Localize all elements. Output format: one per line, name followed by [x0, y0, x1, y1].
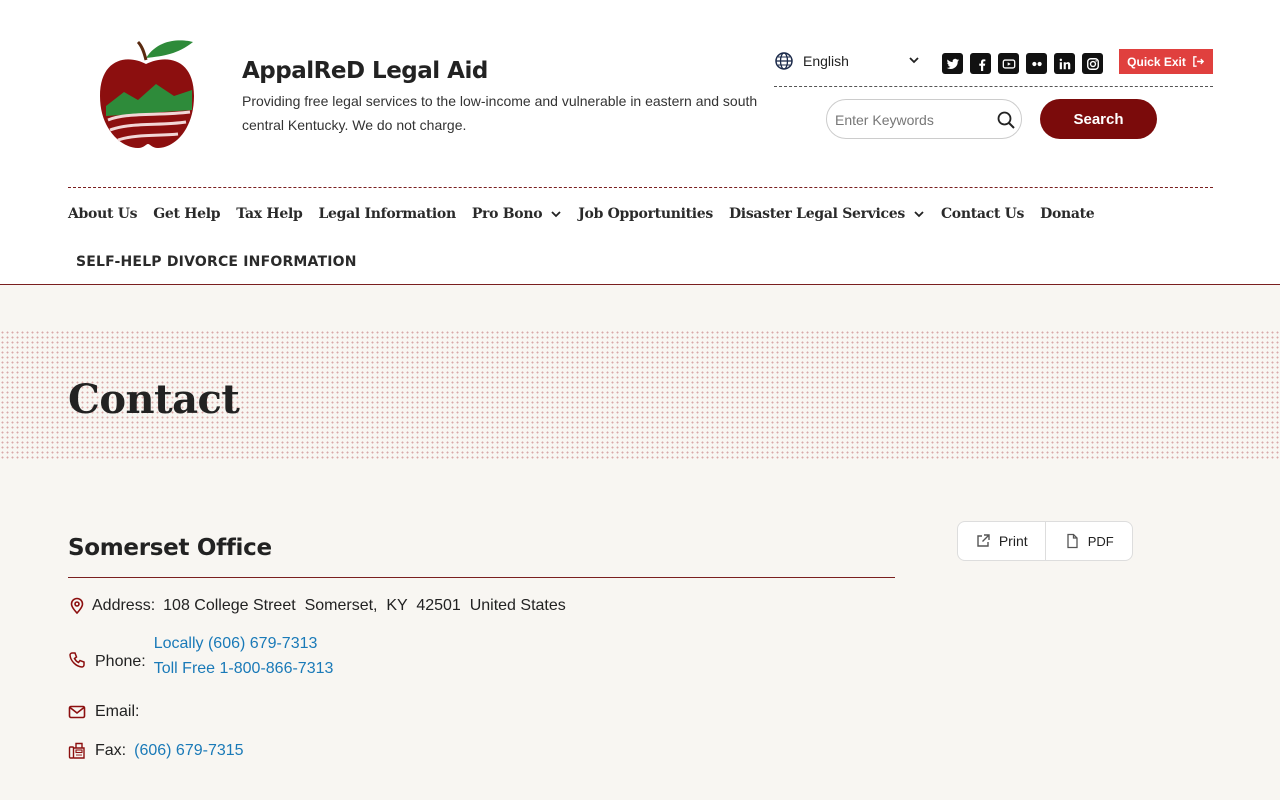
apple-logo-icon[interactable] [98, 36, 198, 152]
fax-link[interactable]: (606) 679-7315 [134, 742, 243, 760]
nav-legal-information[interactable]: Legal Information [318, 206, 456, 222]
print-button[interactable]: Print [958, 522, 1045, 560]
nav-tax-help[interactable]: Tax Help [236, 206, 303, 222]
social-links [942, 53, 1103, 74]
office-title: Somerset Office [68, 535, 272, 561]
flickr-icon[interactable] [1026, 53, 1047, 74]
page-hero: Contact [0, 330, 1280, 460]
site-header: AppalReD Legal Aid Providing free legal … [0, 0, 1280, 285]
instagram-icon[interactable] [1082, 53, 1103, 74]
exit-icon [1193, 56, 1204, 67]
quick-exit-label: Quick Exit [1127, 54, 1186, 69]
nav-about-us[interactable]: About Us [68, 206, 138, 222]
page-tools: Print PDF [957, 521, 1133, 561]
print-label: Print [998, 533, 1028, 549]
address-label: Address: [92, 597, 156, 614]
nav-item-label: Get Help [153, 206, 221, 222]
globe-icon [775, 52, 793, 70]
chevron-down-icon [909, 57, 919, 64]
nav-item-label: About Us [68, 206, 138, 222]
language-select[interactable]: English [774, 50, 924, 72]
external-link-icon [977, 534, 990, 547]
quick-exit-button[interactable]: Quick Exit [1119, 49, 1213, 74]
envelope-icon [68, 705, 86, 719]
nav-pro-bono[interactable]: Pro Bono [472, 206, 562, 222]
phone-row: Phone: Locally (606) 679-7313 Toll Free … [68, 635, 333, 678]
site-title[interactable]: AppalReD Legal Aid [242, 58, 488, 84]
nav-divider [68, 187, 1213, 188]
header-divider [774, 86, 1213, 87]
site-tagline: Providing free legal services to the low… [242, 93, 758, 133]
youtube-icon[interactable] [998, 53, 1019, 74]
pdf-label: PDF [1087, 533, 1114, 549]
search-field[interactable] [826, 99, 1022, 139]
map-pin-icon [70, 597, 84, 615]
pdf-button[interactable]: PDF [1044, 522, 1133, 560]
search-input[interactable] [835, 109, 985, 131]
nav-disaster-legal-services[interactable]: Disaster Legal Services [729, 206, 925, 222]
address-value: 108 College Street Somerset, KY 42501 Un… [163, 597, 566, 614]
search-icon[interactable] [996, 110, 1016, 130]
fax-label: Fax: [95, 742, 127, 759]
nav-donate[interactable]: Donate [1040, 206, 1095, 222]
chevron-down-icon[interactable] [550, 208, 562, 220]
chevron-down-icon[interactable] [913, 208, 925, 220]
nav-contact-us[interactable]: Contact Us [941, 206, 1024, 222]
facebook-icon[interactable] [970, 53, 991, 74]
fax-row: Fax: (606) 679-7315 [68, 742, 244, 760]
page-title: Contact [68, 376, 240, 423]
phone-local-link[interactable]: Locally (606) 679-7313 [154, 635, 334, 653]
email-row: Email: [68, 703, 147, 721]
fax-icon [68, 742, 85, 759]
nav-get-help[interactable]: Get Help [153, 206, 220, 222]
office-divider [68, 577, 895, 578]
email-label: Email: [95, 703, 140, 720]
language-selected: English [803, 53, 849, 69]
phone-label: Phone: [95, 653, 146, 670]
nav-item-label: Pro Bono [471, 206, 543, 222]
nav-item-label: Contact Us [940, 206, 1025, 222]
document-icon [1067, 533, 1078, 549]
main-nav: About Us Get Help Tax Help Legal Informa… [68, 206, 1110, 222]
phone-tollfree-link[interactable]: Toll Free 1-800-866-7313 [154, 660, 334, 678]
twitter-icon[interactable] [942, 53, 963, 74]
nav-item-label: Job Opportunities [578, 206, 713, 222]
linkedin-icon[interactable] [1054, 53, 1075, 74]
address-row: Address: 108 College Street Somerset, KY… [68, 597, 566, 615]
nav-job-opportunities[interactable]: Job Opportunities [578, 206, 713, 222]
nav-item-label: Legal Information [318, 206, 456, 222]
phone-icon [69, 652, 85, 668]
nav-item-label: Donate [1040, 206, 1095, 222]
nav-item-label: Tax Help [236, 206, 303, 222]
search-button[interactable]: Search [1040, 99, 1157, 139]
nav-self-help-divorce[interactable]: SELF-HELP DIVORCE INFORMATION [76, 254, 357, 270]
phone-links: Locally (606) 679-7313 Toll Free 1-800-8… [154, 635, 334, 678]
nav-item-label: Disaster Legal Services [728, 206, 905, 222]
